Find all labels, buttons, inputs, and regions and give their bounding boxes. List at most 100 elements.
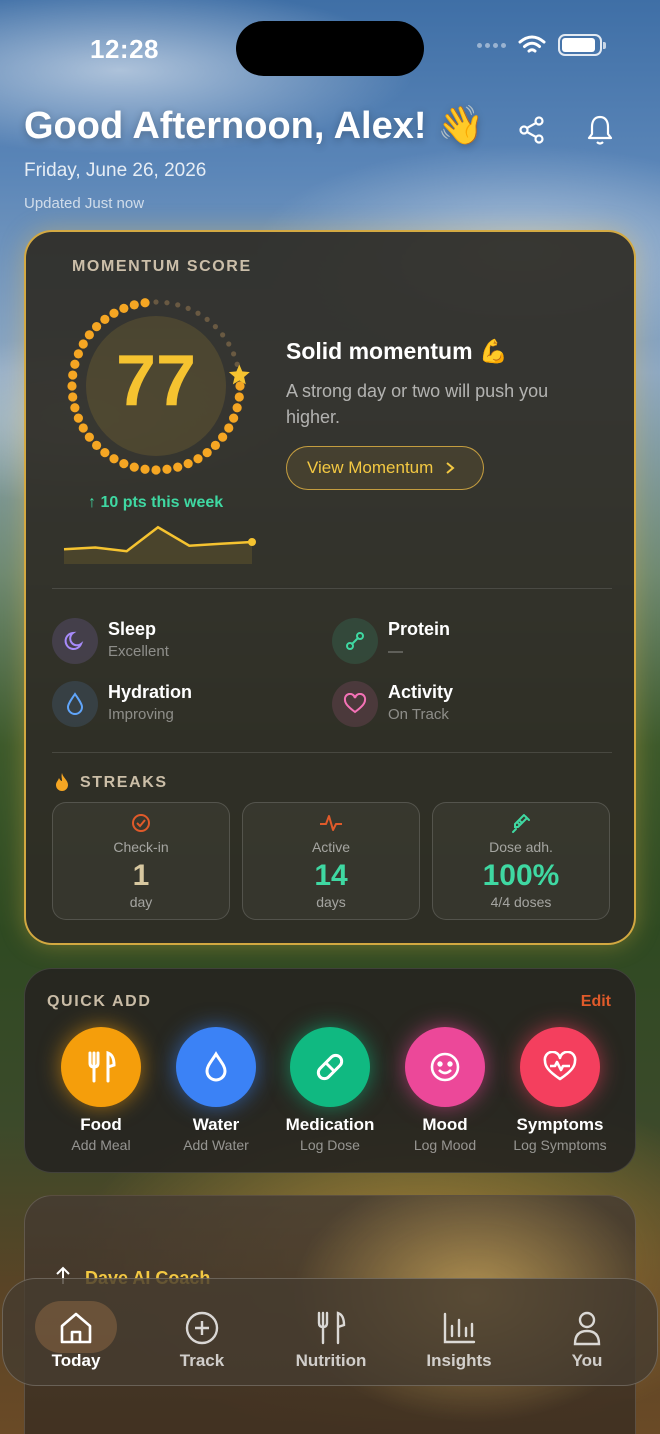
view-momentum-button[interactable]: View Momentum — [286, 446, 485, 490]
metric-protein[interactable]: Protein — — [332, 618, 592, 668]
momentum-card: MOMENTUM SCORE 77 ↑ 10 pts this week Sol… — [24, 230, 636, 945]
streak-unit: 4/4 doses — [490, 894, 552, 910]
metric-sleep[interactable]: Sleep Excellent — [52, 618, 312, 668]
view-momentum-label: View Momentum — [307, 458, 434, 477]
score-dot — [151, 465, 161, 475]
quick-add-sub: Log Dose — [300, 1137, 360, 1153]
metric-activity[interactable]: Activity On Track — [332, 681, 592, 731]
quick-add-food[interactable]: Food Add Meal — [46, 1027, 156, 1153]
home-icon — [16, 1309, 136, 1347]
battery-level — [562, 38, 596, 52]
date-text: Friday, June 26, 2026 — [24, 160, 207, 181]
moon-icon — [52, 618, 98, 664]
edit-button[interactable]: Edit — [581, 993, 611, 1011]
metric-status: — — [388, 643, 403, 660]
momentum-label: MOMENTUM SCORE — [72, 258, 252, 275]
person-icon — [527, 1309, 647, 1347]
tab-today[interactable]: Today — [16, 1279, 136, 1387]
header-actions — [514, 112, 618, 148]
quick-add-sub: Add Water — [183, 1137, 249, 1153]
quick-add-name: Water — [192, 1115, 240, 1134]
fork-knife-icon — [61, 1027, 141, 1107]
tab-bar: Today Track Nutrition Insights You — [2, 1278, 658, 1386]
divider — [52, 588, 612, 589]
fork-knife-icon — [271, 1309, 391, 1347]
streak-unit: day — [129, 894, 153, 910]
streak-label: Active — [311, 839, 351, 855]
momentum-description: A strong day or two will push you higher… — [286, 381, 549, 427]
metric-hydration[interactable]: Hydration Improving — [52, 681, 312, 731]
quick-add-water[interactable]: Water Add Water — [161, 1027, 271, 1153]
streak-label: Check-in — [113, 839, 169, 855]
metric-name: Activity — [388, 682, 454, 702]
score-dot — [100, 448, 110, 458]
quick-add-name: Mood — [422, 1115, 468, 1134]
streak-label: Dose adh. — [489, 839, 553, 855]
wifi-icon — [518, 35, 546, 53]
score-dot — [109, 308, 119, 318]
dynamic-island — [236, 21, 424, 76]
metric-status: Improving — [108, 706, 174, 723]
score-dot — [100, 314, 110, 324]
momentum-title: Solid momentum 💪 — [286, 338, 508, 364]
bar-chart-icon — [399, 1309, 519, 1347]
share-icon[interactable] — [514, 112, 550, 148]
score-dot — [175, 302, 181, 308]
updated-text: Updated Just now — [24, 195, 145, 212]
greeting-title: Good Afternoon, Alex! 👋 — [24, 105, 485, 147]
score-dot — [92, 440, 102, 450]
heart-pulse-icon — [520, 1027, 600, 1107]
heart-icon — [332, 681, 378, 727]
metric-name: Sleep — [108, 619, 157, 639]
tab-insights[interactable]: Insights — [399, 1279, 519, 1387]
flame-icon — [56, 773, 68, 791]
score-dot — [195, 310, 201, 316]
tab-track[interactable]: Track — [142, 1279, 262, 1387]
score-dot — [153, 299, 159, 305]
metric-status: On Track — [388, 706, 449, 723]
pulse-icon — [243, 813, 419, 835]
streaks-label: STREAKS — [80, 774, 168, 791]
chevron-right-icon — [446, 462, 455, 474]
streak-active[interactable]: Active 14 days — [242, 802, 420, 920]
score-dot — [140, 464, 150, 474]
bell-icon[interactable] — [582, 112, 618, 148]
tab-label: You — [571, 1351, 603, 1370]
quick-add-name: Food — [80, 1115, 122, 1134]
protein-icon — [332, 618, 378, 664]
tab-you[interactable]: You — [527, 1279, 647, 1387]
quick-add-sub: Log Mood — [413, 1137, 477, 1153]
streak-value: 100% — [482, 859, 560, 892]
cellular-signal-icon — [477, 42, 506, 48]
tab-label: Today — [51, 1351, 101, 1370]
metric-name: Hydration — [108, 682, 193, 702]
streak-dose[interactable]: Dose adh. 100% 4/4 doses — [432, 802, 610, 920]
quick-add-card: QUICK ADD Edit Food Add Meal Water Add W… — [24, 968, 636, 1173]
quick-add-medication[interactable]: Medication Log Dose — [275, 1027, 385, 1153]
tab-label: Nutrition — [295, 1351, 367, 1370]
score-dot — [183, 459, 193, 469]
check-circle-icon — [53, 813, 229, 835]
score-dot — [92, 322, 102, 332]
quick-add-name: Medication — [285, 1115, 375, 1134]
streak-value: 14 — [314, 859, 348, 892]
divider — [52, 752, 612, 753]
score-dot — [185, 305, 191, 311]
score-dot — [78, 423, 88, 433]
score-dot — [204, 316, 210, 322]
momentum-sparkline — [63, 525, 256, 564]
score-dot — [129, 462, 139, 472]
streak-checkin[interactable]: Check-in 1 day — [52, 802, 230, 920]
score-dot — [119, 459, 129, 469]
quick-add-symptoms[interactable]: Symptoms Log Symptoms — [505, 1027, 615, 1153]
tab-nutrition[interactable]: Nutrition — [271, 1279, 391, 1387]
battery-icon — [558, 34, 606, 56]
quick-add-label: QUICK ADD — [47, 993, 152, 1010]
pill-icon — [290, 1027, 370, 1107]
tab-label: Track — [179, 1351, 225, 1370]
tab-label: Insights — [426, 1351, 492, 1370]
score-dot — [84, 432, 94, 442]
quick-add-mood[interactable]: Mood Log Mood — [390, 1027, 500, 1153]
score-dot — [109, 454, 119, 464]
water-drop-icon — [176, 1027, 256, 1107]
